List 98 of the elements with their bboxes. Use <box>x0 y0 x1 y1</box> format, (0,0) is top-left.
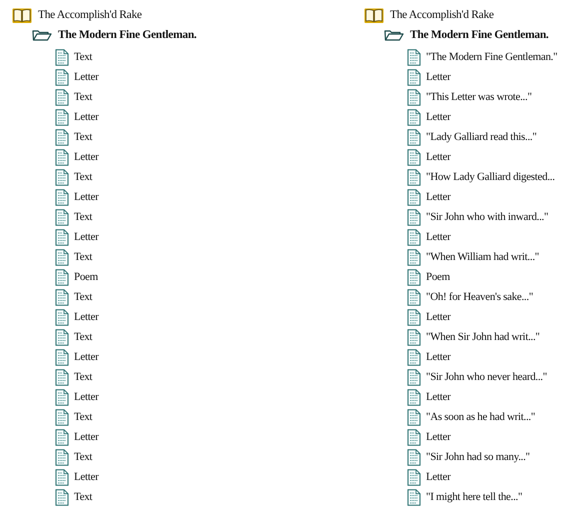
document-icon <box>407 128 421 146</box>
document-title[interactable]: Letter <box>74 351 98 363</box>
document-icon <box>55 408 69 426</box>
document-title[interactable]: Letter <box>426 71 450 83</box>
document-icon <box>55 168 69 186</box>
document-title[interactable]: Text <box>74 491 92 503</box>
book-icon <box>364 6 384 24</box>
document-title[interactable]: Text <box>74 291 92 303</box>
document-title[interactable]: "Sir John who with inward..." <box>426 211 548 223</box>
document-icon <box>55 308 69 326</box>
document-title[interactable]: Letter <box>74 311 98 323</box>
document-title[interactable]: Letter <box>426 391 450 403</box>
document-icon <box>407 428 421 446</box>
document-icon <box>55 148 69 166</box>
document-title[interactable]: Text <box>74 51 92 63</box>
document-icon <box>55 88 69 106</box>
document-icon <box>55 428 69 446</box>
document-icon <box>55 348 69 366</box>
document-icon <box>55 188 69 206</box>
document-title[interactable]: "When William had writ..." <box>426 251 539 263</box>
document-title[interactable]: Text <box>74 411 92 423</box>
document-icon <box>407 168 421 186</box>
document-icon <box>407 268 421 286</box>
document-icon <box>407 488 421 506</box>
document-icon <box>55 368 69 386</box>
document-title[interactable]: "Oh! for Heaven's sake..." <box>426 291 534 303</box>
document-title[interactable]: Letter <box>74 111 98 123</box>
document-title[interactable]: Poem <box>426 271 450 283</box>
document-title[interactable]: Text <box>74 211 92 223</box>
document-title[interactable]: "I might here tell the..." <box>426 491 522 503</box>
section-title[interactable]: The Modern Fine Gentleman. <box>410 29 548 41</box>
document-icon <box>407 68 421 86</box>
document-title[interactable]: Letter <box>426 151 450 163</box>
document-icon <box>55 448 69 466</box>
document-title[interactable]: Letter <box>426 311 450 323</box>
book-title[interactable]: The Accomplish'd Rake <box>38 9 142 21</box>
document-icon <box>407 228 421 246</box>
document-icon <box>407 468 421 486</box>
document-title[interactable]: "How Lady Galliard digested... <box>426 171 555 183</box>
document-icon <box>407 288 421 306</box>
document-icon <box>407 348 421 366</box>
document-title[interactable]: Letter <box>74 391 98 403</box>
document-title[interactable]: Letter <box>74 431 98 443</box>
document-icon <box>55 268 69 286</box>
document-title[interactable]: Text <box>74 371 92 383</box>
document-icon <box>407 328 421 346</box>
document-title[interactable]: Letter <box>426 231 450 243</box>
document-icon <box>55 468 69 486</box>
document-icon <box>407 88 421 106</box>
document-icon <box>55 108 69 126</box>
document-title[interactable]: Letter <box>426 471 450 483</box>
document-icon <box>55 488 69 506</box>
document-icon <box>407 188 421 206</box>
document-title[interactable]: Text <box>74 131 92 143</box>
document-title[interactable]: Text <box>74 171 92 183</box>
document-title[interactable]: Text <box>74 91 92 103</box>
document-title[interactable]: Letter <box>74 231 98 243</box>
document-icon <box>55 388 69 406</box>
document-icon <box>55 248 69 266</box>
document-title[interactable]: Text <box>74 331 92 343</box>
document-title[interactable]: Letter <box>426 111 450 123</box>
document-title[interactable]: "This Letter was wrote..." <box>426 91 532 103</box>
document-icon <box>407 308 421 326</box>
document-icon <box>407 208 421 226</box>
document-icon <box>407 408 421 426</box>
document-icon <box>55 68 69 86</box>
document-title[interactable]: Letter <box>426 431 450 443</box>
document-icon <box>55 48 69 66</box>
document-title[interactable]: "Sir John who never heard..." <box>426 371 547 383</box>
document-icon <box>407 48 421 66</box>
document-title[interactable]: "As soon as he had writ..." <box>426 411 536 423</box>
document-icon <box>55 128 69 146</box>
document-title[interactable]: Text <box>74 451 92 463</box>
document-title[interactable]: Letter <box>426 351 450 363</box>
document-icon <box>407 388 421 406</box>
document-title[interactable]: Letter <box>74 471 98 483</box>
document-icon <box>55 288 69 306</box>
document-title[interactable]: "When Sir John had writ..." <box>426 331 540 343</box>
document-title[interactable]: Letter <box>426 191 450 203</box>
document-title[interactable]: "Lady Galliard read this..." <box>426 131 537 143</box>
document-title[interactable]: "Sir John had so many..." <box>426 451 530 463</box>
document-icon <box>407 148 421 166</box>
document-icon <box>407 108 421 126</box>
section-title[interactable]: The Modern Fine Gentleman. <box>58 29 196 41</box>
document-icon <box>55 328 69 346</box>
book-icon <box>12 6 32 24</box>
document-icon <box>55 208 69 226</box>
document-icon <box>55 228 69 246</box>
document-title[interactable]: Letter <box>74 151 98 163</box>
document-icon <box>407 448 421 466</box>
document-icon <box>407 368 421 386</box>
document-title[interactable]: Letter <box>74 71 98 83</box>
document-icon <box>407 248 421 266</box>
document-title[interactable]: Letter <box>74 191 98 203</box>
document-title[interactable]: Text <box>74 251 92 263</box>
book-title[interactable]: The Accomplish'd Rake <box>390 9 494 21</box>
document-title[interactable]: Poem <box>74 271 98 283</box>
document-title[interactable]: "The Modern Fine Gentleman." <box>426 51 558 63</box>
